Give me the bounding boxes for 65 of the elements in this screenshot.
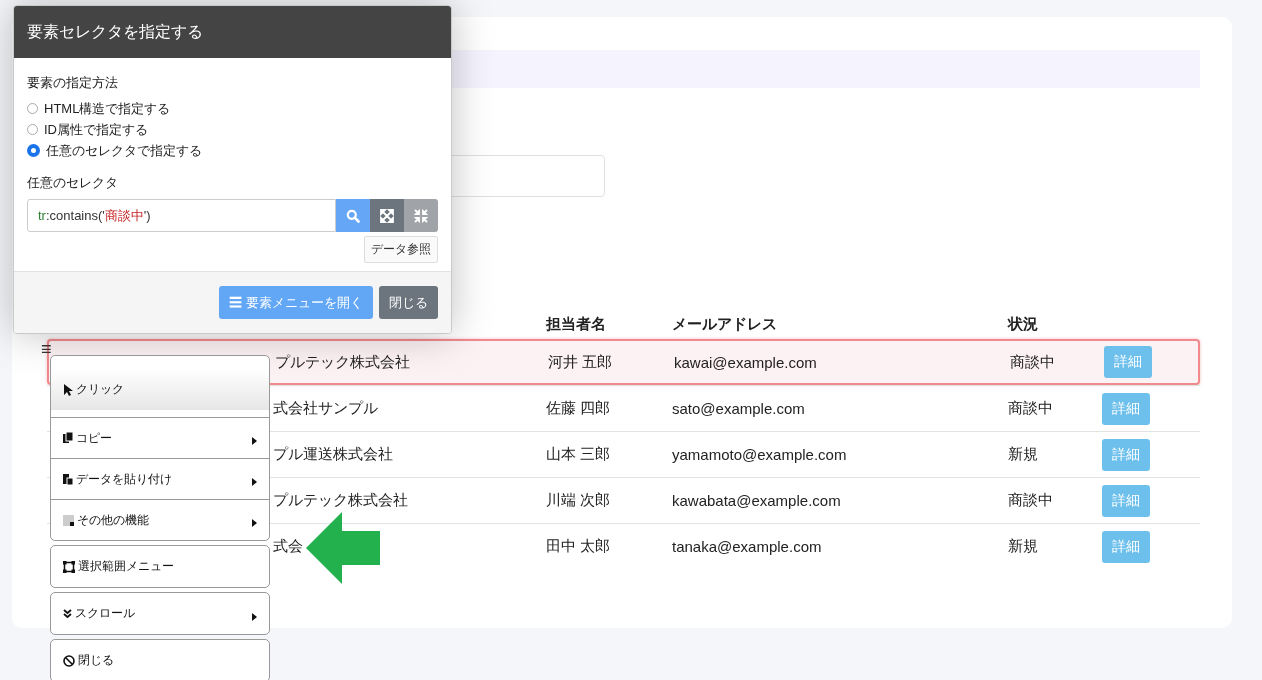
- caret-icon: [252, 612, 257, 621]
- selector-input[interactable]: tr:contains('商談中'): [27, 199, 336, 232]
- table-cell-text: sato@example.com: [672, 400, 806, 417]
- menu-item-label: その他の機能: [77, 511, 149, 529]
- table-cell-text: kawabata@example.com: [672, 492, 842, 509]
- expand-button[interactable]: [370, 199, 404, 232]
- caret-icon: [252, 519, 257, 527]
- menu-item-label: 閉じる: [78, 652, 114, 669]
- cursor-icon: [63, 383, 73, 396]
- method-label: 要素の指定方法: [27, 74, 119, 92]
- arrow-icon: [306, 512, 380, 584]
- paste-icon: [63, 473, 73, 485]
- column-header: メールアドレス: [672, 314, 778, 334]
- menu-item[interactable]: 選択範囲メニュー: [51, 546, 269, 587]
- table-cell-text: 式会: [272, 537, 304, 556]
- table-cell-text: 新規: [1008, 445, 1039, 464]
- close-button[interactable]: 閉じる: [379, 286, 438, 319]
- menu-item[interactable]: データを貼り付け: [51, 458, 269, 499]
- grid-icon: [63, 514, 74, 526]
- table-cell-text: 式会社サンプル: [272, 399, 379, 418]
- ban-icon: [63, 654, 75, 667]
- table-cell-text: 河井 五郎: [548, 352, 614, 372]
- copy-icon: [63, 432, 73, 444]
- double-chevron-icon: [63, 608, 72, 619]
- column-header: 担当者名: [546, 314, 607, 334]
- expand-icon: [380, 208, 394, 223]
- radio-label[interactable]: ID属性で指定する: [44, 120, 148, 139]
- caret-icon: [252, 478, 257, 486]
- menu-item-label: クリック: [76, 381, 124, 398]
- caret-icon: [252, 437, 257, 445]
- table-cell-text: tanaka@example.com: [672, 538, 823, 555]
- selector-label: 任意のセレクタ: [27, 174, 119, 192]
- radio-button[interactable]: [27, 144, 40, 157]
- table-cell-text: プルテック株式会社: [274, 352, 411, 372]
- search-icon: [346, 208, 360, 223]
- menu-item-label: コピー: [76, 429, 112, 447]
- column-header: 状況: [1008, 314, 1039, 334]
- table-cell-text: プルテック株式会社: [272, 491, 409, 510]
- table-cell-text: プル運送株式会社: [272, 445, 394, 464]
- table-cell-text: yamamoto@example.com: [672, 446, 848, 463]
- menu-item-label: データを貼り付け: [76, 470, 172, 488]
- table-cell-text: 川端 次郎: [546, 491, 612, 510]
- table-cell-text: 商談中: [1010, 352, 1056, 372]
- menu-item[interactable]: スクロール: [51, 593, 269, 634]
- table-cell-text: 新規: [1008, 537, 1039, 556]
- menu-item[interactable]: コピー: [51, 417, 269, 458]
- compress-icon: [414, 208, 428, 223]
- menu-item[interactable]: その他の機能: [51, 499, 269, 540]
- table-cell-text: 田中 太郎: [546, 537, 612, 556]
- table-cell-text: 山本 三郎: [546, 445, 612, 464]
- menu-icon[interactable]: ≡: [41, 340, 52, 358]
- radio-label[interactable]: 任意のセレクタで指定する: [46, 141, 202, 160]
- menu-item-label: スクロール: [75, 605, 135, 622]
- table-cell-text: 商談中: [1008, 399, 1054, 418]
- search-button[interactable]: [336, 199, 370, 232]
- data-reference-button[interactable]: データ参照: [364, 236, 438, 263]
- table-cell-text: 商談中: [1008, 491, 1054, 510]
- compress-button[interactable]: [404, 199, 438, 232]
- table-cell-text: 佐藤 四郎: [546, 399, 612, 418]
- table-cell-text: kawai@example.com: [674, 353, 818, 371]
- radio-label[interactable]: HTML構造で指定する: [44, 99, 171, 118]
- menu-item-label: 選択範囲メニュー: [78, 558, 174, 575]
- menu-item[interactable]: 閉じる: [51, 640, 269, 680]
- selection-icon: [63, 560, 75, 573]
- dialog-title: 要素セレクタを指定する: [27, 21, 203, 42]
